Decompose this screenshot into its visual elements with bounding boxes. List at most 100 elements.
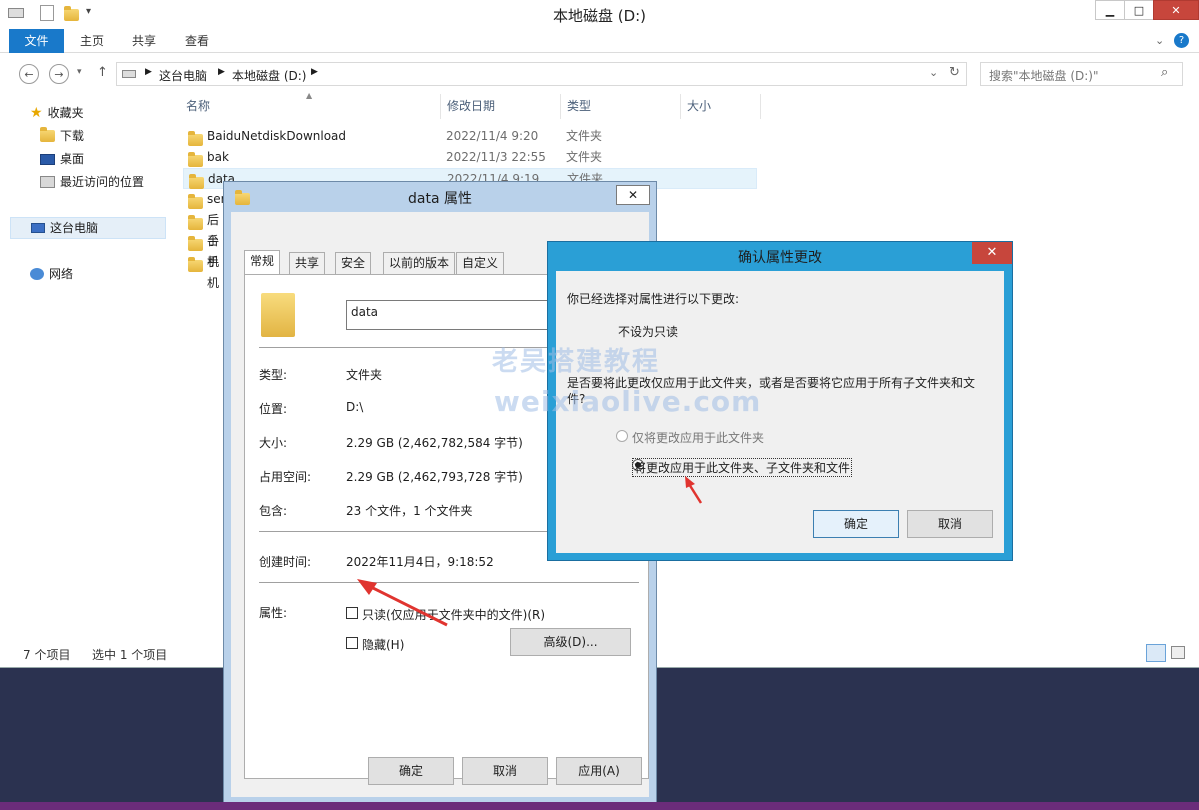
large-folder-icon (261, 293, 295, 337)
address-bar[interactable]: ▶ 这台电脑 ▶ 本地磁盘 (D:) ▶ ⌄ ↻ (116, 62, 967, 86)
help-icon[interactable]: ? (1174, 33, 1189, 48)
search-box[interactable]: 搜索"本地磁盘 (D:)" ⌕ (980, 62, 1183, 86)
file-row[interactable]: BaiduNetdiskDownload 2022/11/4 9:20 文件夹 (183, 126, 757, 147)
advanced-button[interactable]: 高级(D)... (510, 628, 631, 656)
refresh-icon[interactable]: ↻ (949, 65, 960, 80)
nav-label: 网络 (49, 267, 74, 281)
annotation-arrow (355, 575, 455, 635)
confirm-ok-button[interactable]: 确定 (813, 510, 899, 538)
nav-network[interactable]: 网络 (30, 263, 73, 285)
network-icon (30, 268, 44, 280)
up-arrow-icon[interactable]: ↑ (97, 65, 108, 80)
status-item-count: 7 个项目 (23, 648, 71, 662)
forward-button[interactable]: → (49, 64, 69, 84)
window-title: 本地磁盘 (D:) (552, 7, 647, 25)
column-header-date[interactable]: 修改日期 (441, 94, 561, 119)
nav-favorites[interactable]: ★ 收藏夹 (30, 102, 84, 124)
file-name: 手机 (207, 255, 220, 290)
cancel-button[interactable]: 取消 (462, 757, 548, 785)
star-icon: ★ (30, 105, 43, 121)
tab-home[interactable]: 主页 (66, 29, 118, 53)
tab-sharing[interactable]: 共享 (289, 252, 326, 274)
properties-title: data 属性 (408, 191, 472, 207)
file-name: bak (207, 150, 229, 164)
maximize-button[interactable]: □ (1124, 0, 1154, 20)
address-dropdown-icon[interactable]: ⌄ (929, 66, 938, 79)
folder-icon (188, 131, 203, 146)
nav-label: 最近访问的位置 (60, 175, 145, 189)
desktop-icon (40, 153, 55, 165)
hidden-label[interactable]: 隐藏(H) (362, 636, 404, 653)
search-icon[interactable]: ⌕ (1161, 65, 1168, 80)
recent-locations-icon[interactable]: ▾ (77, 67, 82, 77)
folder-icon (188, 215, 203, 230)
file-row[interactable]: bak 2022/11/3 22:55 文件夹 (183, 147, 757, 168)
minimize-icon: ▁ (1105, 3, 1115, 17)
file-row[interactable]: 后台 (183, 210, 223, 248)
status-selected-count: 选中 1 个项目 (92, 648, 168, 662)
folder-icon (188, 257, 203, 272)
forward-arrow-icon: → (54, 67, 64, 81)
nav-label: 下载 (60, 129, 85, 143)
confirm-close-button[interactable]: ✕ (972, 242, 1012, 264)
column-header-size[interactable]: 大小 (681, 94, 761, 119)
tab-general[interactable]: 常规 (244, 250, 281, 275)
confirm-cancel-button[interactable]: 取消 (907, 510, 993, 538)
back-button[interactable]: ← (19, 64, 39, 84)
confirm-title: 确认属性更改 (738, 250, 822, 266)
confirm-intro: 你已经选择对属性进行以下更改: (567, 292, 740, 306)
breadcrumb-this-pc[interactable]: 这台电脑 (159, 67, 207, 84)
tab-security[interactable]: 安全 (335, 252, 372, 274)
title-bar: ▾ 本地磁盘 (D:) ▁ □ ✕ (0, 0, 1199, 28)
apply-all-label[interactable]: 将更改应用于此文件夹、子文件夹和文件 (632, 458, 853, 477)
taskbar-edge (0, 802, 1199, 810)
back-arrow-icon: ← (24, 67, 34, 81)
annotation-arrow (683, 476, 707, 506)
minimize-button[interactable]: ▁ (1095, 0, 1125, 20)
tab-customize[interactable]: 自定义 (456, 252, 505, 274)
downloads-folder-icon (40, 127, 55, 142)
file-type: 文件夹 (566, 129, 603, 143)
hidden-checkbox[interactable] (346, 637, 358, 649)
apply-folder-only-label[interactable]: 仅将更改应用于此文件夹 (632, 429, 764, 446)
apply-folder-only-radio[interactable] (616, 430, 628, 442)
file-row[interactable]: 手机 (183, 231, 223, 269)
chevron-right-icon: ▶ (218, 67, 225, 77)
folder-icon (189, 174, 204, 189)
type-label: 类型: (259, 368, 288, 382)
folder-icon (188, 194, 203, 209)
tab-view[interactable]: 查看 (171, 29, 223, 53)
file-name: BaiduNetdiskDownload (207, 129, 347, 143)
folder-icon (188, 236, 203, 251)
contains-value: 23 个文件，1 个文件夹 (346, 504, 473, 518)
chevron-right-icon[interactable]: ▶ (311, 67, 318, 77)
tab-previous-versions[interactable]: 以前的版本 (383, 252, 456, 274)
tab-file[interactable]: 文件 (9, 29, 64, 53)
large-icons-view-icon[interactable] (1171, 646, 1185, 659)
properties-close-button[interactable]: ✕ (616, 185, 650, 205)
nav-this-pc[interactable]: 这台电脑 (10, 217, 166, 239)
column-header-type[interactable]: 类型 (561, 94, 681, 119)
nav-label: 这台电脑 (50, 221, 99, 235)
close-icon: ✕ (1171, 3, 1181, 17)
tab-share[interactable]: 共享 (118, 29, 170, 53)
details-view-icon[interactable] (1146, 644, 1166, 662)
file-row[interactable]: ser (183, 189, 226, 210)
nav-downloads[interactable]: 下载 (40, 125, 84, 147)
apply-button[interactable]: 应用(A) (556, 757, 642, 785)
nav-desktop[interactable]: 桌面 (40, 148, 84, 170)
confirm-change: 不设为只读 (618, 325, 679, 339)
ribbon-expand-icon[interactable]: ⌄ (1155, 34, 1164, 47)
column-header-name[interactable]: 名称 (180, 94, 441, 119)
close-icon: ✕ (627, 188, 639, 202)
search-placeholder: 搜索"本地磁盘 (D:)" (989, 69, 1099, 83)
contains-label: 包含: (259, 504, 288, 518)
address-row: ← → ▾ ↑ ▶ 这台电脑 ▶ 本地磁盘 (D:) ▶ ⌄ ↻ 搜索"本地磁盘… (0, 58, 1199, 90)
breadcrumb-drive[interactable]: 本地磁盘 (D:) (232, 67, 306, 84)
close-button[interactable]: ✕ (1153, 0, 1199, 20)
recent-places-icon (40, 176, 55, 188)
file-row[interactable]: 手机 (183, 252, 223, 290)
ok-button[interactable]: 确定 (368, 757, 454, 785)
file-date: 2022/11/4 9:20 (446, 129, 539, 143)
nav-recent[interactable]: 最近访问的位置 (40, 171, 144, 193)
